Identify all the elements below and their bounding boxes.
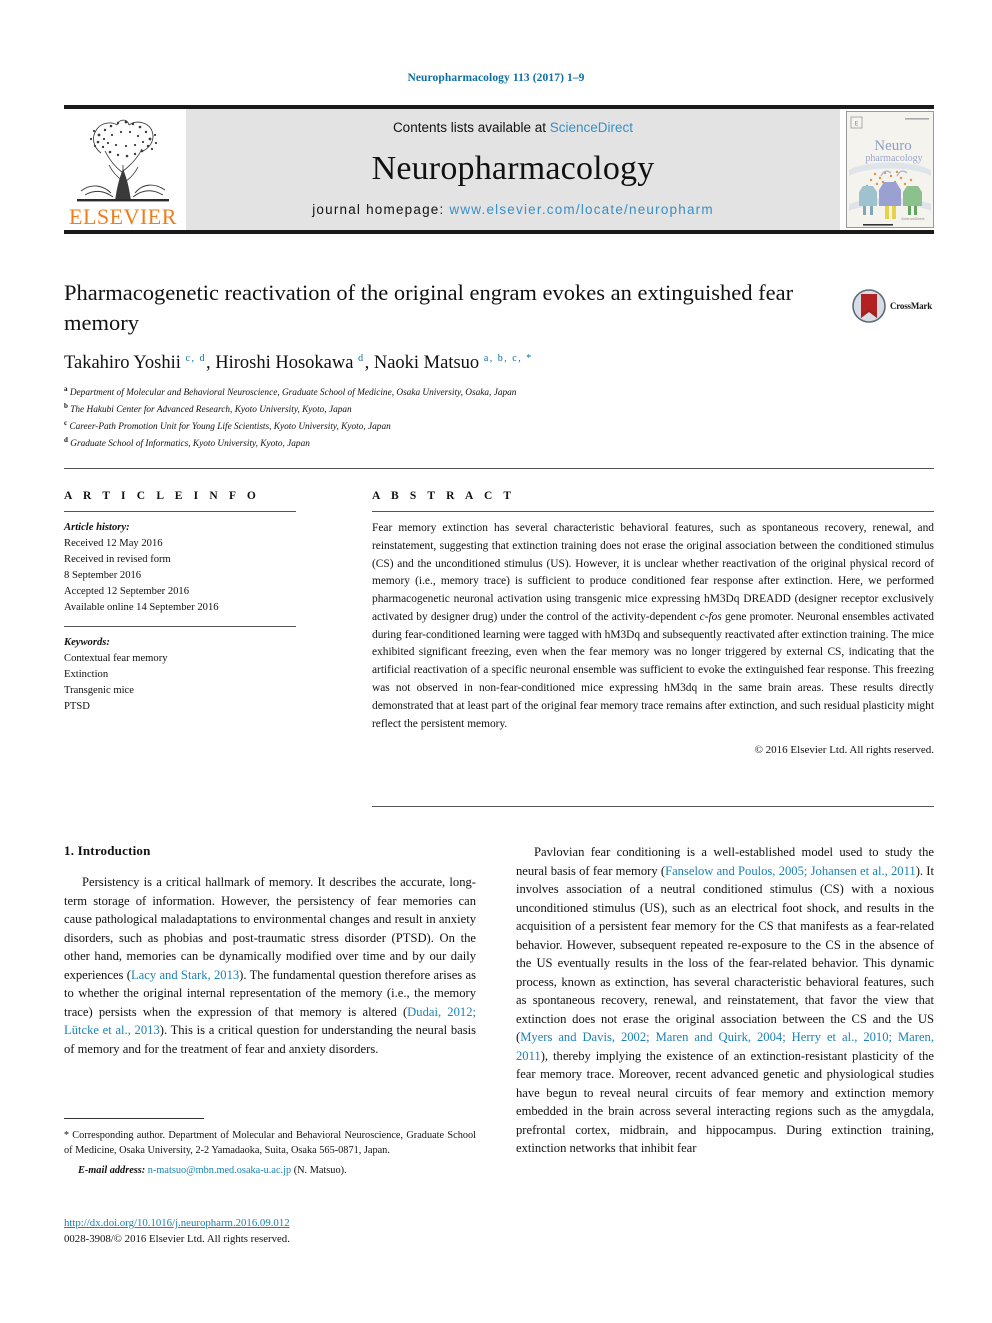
affiliation-text: Graduate School of Informatics, Kyoto Un… <box>70 439 310 450</box>
keyword-item: Contextual fear memory <box>64 652 168 664</box>
email-note: E-mail address: n-matsuo@mbn.med.osaka-u… <box>64 1165 476 1176</box>
contents-prefix: Contents lists available at <box>392 120 550 135</box>
affiliation-item: c Career-Path Promotion Unit for Young L… <box>64 418 844 435</box>
section-heading-introduction: 1. Introduction <box>64 843 151 858</box>
journal-masthead: ELSEVIER Contents lists available at Sci… <box>64 105 934 234</box>
issn-copyright-line: 0028-3908/© 2016 Elsevier Ltd. All right… <box>64 1232 290 1245</box>
svg-text:E: E <box>855 121 859 128</box>
article-info-rule <box>64 511 296 512</box>
body-left-column: 1. Introduction Persistency is a critica… <box>64 843 476 1058</box>
crossmark-badge[interactable]: CrossMark <box>852 286 938 326</box>
elsevier-logo: ELSEVIER <box>64 109 182 230</box>
affiliation-text: Department of Molecular and Behavioral N… <box>69 387 517 398</box>
article-history-label: Article history: <box>64 522 130 533</box>
affiliation-item: d Graduate School of Informatics, Kyoto … <box>64 435 844 452</box>
body-right-column: Pavlovian fear conditioning is a well-es… <box>516 843 934 1158</box>
svg-text:ScienceDirect: ScienceDirect <box>901 217 925 221</box>
title-section-rule <box>64 468 934 469</box>
history-item: Accepted 12 September 2016 <box>64 586 190 598</box>
journal-title: Neuropharmacology <box>371 149 655 187</box>
keywords-block: Keywords: Contextual fear memory Extinct… <box>64 635 296 715</box>
running-head: Neuropharmacology 113 (2017) 1–9 <box>407 72 585 84</box>
abstract-copyright: © 2016 Elsevier Ltd. All rights reserved… <box>754 744 934 757</box>
title-block: Pharmacogenetic reactivation of the orig… <box>64 278 844 452</box>
contents-list-line: Contents lists available at ScienceDirec… <box>393 120 633 135</box>
corresponding-author-note: * Corresponding author. Department of Mo… <box>64 1130 476 1157</box>
keywords-rule <box>64 625 296 627</box>
abstract-column: A B S T R A C T Fear memory extinction h… <box>372 490 934 756</box>
affiliation-text: The Hakubi Center for Advanced Research,… <box>70 404 352 415</box>
elsevier-wordmark: ELSEVIER <box>69 204 177 229</box>
affiliation-marker: b <box>64 401 68 410</box>
article-info-heading: A R T I C L E I N F O <box>64 490 260 502</box>
affiliation-marker: d <box>64 435 68 444</box>
keyword-item: Transgenic mice <box>64 684 134 696</box>
affiliation-list: a Department of Molecular and Behavioral… <box>64 384 844 453</box>
doi-block: http://dx.doi.org/10.1016/j.neuropharm.2… <box>64 1213 484 1247</box>
affiliation-marker: c <box>64 418 68 427</box>
doi-link[interactable]: http://dx.doi.org/10.1016/j.neuropharm.2… <box>64 1217 290 1229</box>
masthead-bottom-rule <box>64 230 934 234</box>
svg-text:pharmacology: pharmacology <box>865 153 922 164</box>
abstract-rule <box>372 511 934 512</box>
email-suffix: (N. Matsuo). <box>293 1164 347 1176</box>
email-link[interactable]: n-matsuo@mbn.med.osaka-u.ac.jp <box>148 1165 291 1176</box>
svg-text:Neuro: Neuro <box>874 138 912 154</box>
keyword-item: PTSD <box>64 700 90 712</box>
abstract-heading: A B S T R A C T <box>372 490 516 502</box>
affiliation-marker: a <box>64 384 68 393</box>
homepage-url-link[interactable]: www.elsevier.com/locate/neuropharm <box>449 202 713 217</box>
footnote-rule <box>64 1118 204 1119</box>
sciencedirect-link[interactable]: ScienceDirect <box>550 120 633 135</box>
history-item: Received 12 May 2016 <box>64 538 163 550</box>
email-label: E-mail address: <box>78 1164 146 1176</box>
crossmark-label: CrossMark <box>890 301 933 311</box>
footnote-block: * Corresponding author. Department of Mo… <box>64 1118 476 1176</box>
history-item: Available online 14 September 2016 <box>64 602 219 614</box>
history-item: 8 September 2016 <box>64 570 142 582</box>
intro-paragraph-left: Persistency is a critical hallmark of me… <box>64 875 477 1056</box>
intro-paragraph-right: Pavlovian fear conditioning is a well-es… <box>516 845 934 1155</box>
abstract-text: Fear memory extinction has several chara… <box>372 522 934 730</box>
journal-article-page: Neuropharmacology 113 (2017) 1–9 ELSEVIE… <box>0 0 992 1323</box>
history-item: Received in revised form <box>64 554 171 566</box>
journal-cover-thumbnail: E Neuro pharmacology ScienceDirect <box>846 111 934 228</box>
abstract-bottom-rule <box>372 806 934 807</box>
crossmark-icon <box>852 289 886 323</box>
affiliation-item: b The Hakubi Center for Advanced Researc… <box>64 401 844 418</box>
journal-homepage-line: journal homepage: www.elsevier.com/locat… <box>312 202 714 217</box>
article-info-column: A R T I C L E I N F O Article history: R… <box>64 490 296 715</box>
elsevier-tree-icon <box>71 113 175 205</box>
homepage-prefix: journal homepage: <box>312 202 450 217</box>
affiliation-item: a Department of Molecular and Behavioral… <box>64 384 844 401</box>
masthead-center-panel: Contents lists available at ScienceDirec… <box>186 109 840 230</box>
article-history-block: Article history: Received 12 May 2016 Re… <box>64 520 296 617</box>
author-list: Takahiro Yoshii c, d, Hiroshi Hosokawa d… <box>64 353 533 374</box>
page-title: Pharmacogenetic reactivation of the orig… <box>64 280 794 335</box>
keyword-item: Extinction <box>64 668 109 680</box>
keywords-label: Keywords: <box>64 636 110 648</box>
affiliation-text: Career-Path Promotion Unit for Young Lif… <box>69 421 391 432</box>
